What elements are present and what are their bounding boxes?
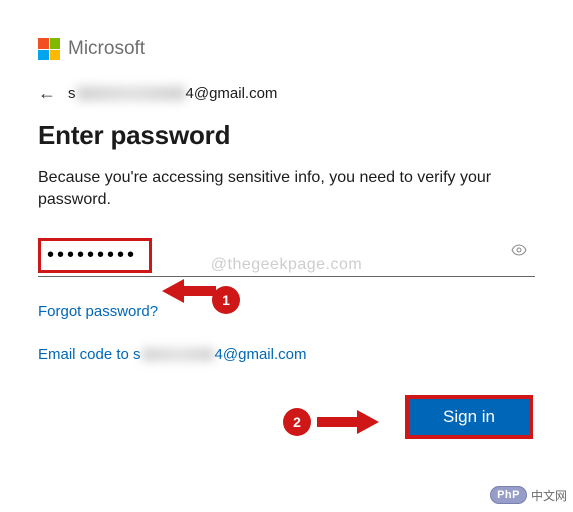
forgot-password-link-text[interactable]: Forgot password? [38, 303, 158, 320]
email-prefix: s [68, 85, 76, 102]
password-row [38, 238, 535, 277]
brand-row: Microsoft [38, 38, 535, 60]
page-title: Enter password [38, 120, 535, 151]
email-code-suffix: 4@gmail.com [215, 346, 307, 363]
php-badge-icon: PhP [490, 486, 527, 504]
back-arrow-icon[interactable]: ← [38, 84, 56, 102]
page-description: Because you're accessing sensitive info,… [38, 167, 535, 212]
brand-name: Microsoft [68, 38, 145, 60]
password-input[interactable] [47, 244, 143, 267]
email-obscured [77, 86, 185, 101]
identity-row: ← s 4@gmail.com [38, 84, 535, 102]
sign-in-button[interactable]: Sign in [405, 395, 533, 439]
microsoft-logo-icon [38, 38, 60, 60]
signin-card: Microsoft ← s4@gmail.com Enter password … [0, 0, 573, 439]
email-suffix: 4@gmail.com [186, 85, 278, 102]
email-code-link[interactable]: Email code to s 4@gmail.com [38, 346, 306, 363]
footer-site-text: 中文网 [531, 487, 567, 504]
toggle-password-visibility-icon[interactable] [511, 244, 527, 259]
email-code-prefix: Email code to s [38, 346, 141, 363]
account-email: s 4@gmail.com [68, 85, 277, 102]
actions-row: Sign in [38, 395, 535, 439]
email-code-obscured [142, 348, 214, 361]
footer-site-badge: PhP 中文网 [490, 486, 567, 504]
forgot-password-link: Forgot password? [38, 303, 535, 346]
password-highlight-box [38, 238, 152, 273]
